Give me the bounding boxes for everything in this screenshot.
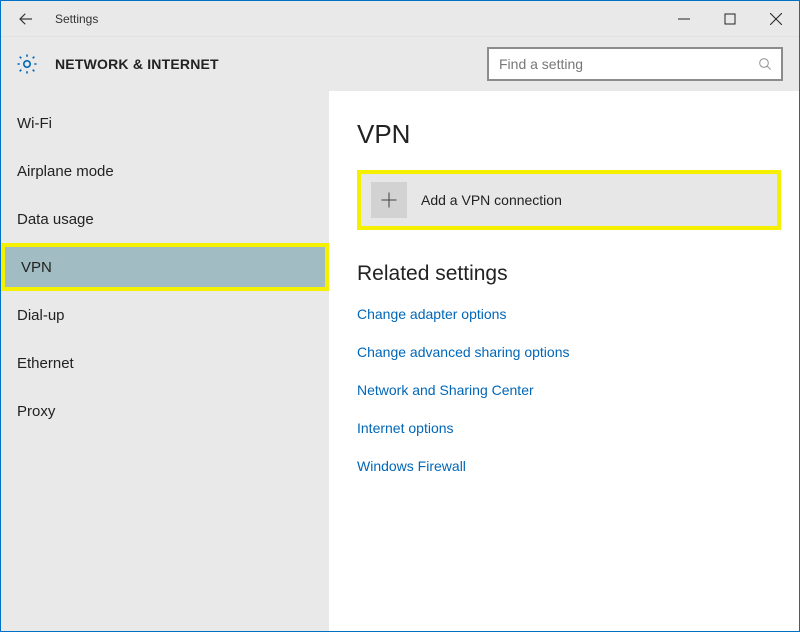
search-input[interactable] — [499, 56, 757, 72]
sidebar-item-data-usage[interactable]: Data usage — [1, 195, 329, 243]
arrow-left-icon — [17, 10, 35, 28]
sidebar-item-label: Wi-Fi — [17, 115, 52, 132]
header-row: NETWORK & INTERNET — [1, 37, 799, 91]
titlebar: Settings — [1, 1, 799, 37]
minimize-button[interactable] — [661, 1, 707, 36]
plus-icon — [371, 182, 407, 218]
search-box[interactable] — [487, 47, 783, 81]
sidebar-item-wifi[interactable]: Wi-Fi — [1, 99, 329, 147]
maximize-icon — [724, 13, 736, 25]
content-pane: VPN Add a VPN connection Related setting… — [329, 91, 799, 631]
sidebar-item-dialup[interactable]: Dial-up — [1, 291, 329, 339]
window-title: Settings — [51, 1, 98, 36]
sidebar-item-label: Data usage — [17, 211, 94, 228]
sidebar-item-label: Airplane mode — [17, 163, 114, 180]
category-title: NETWORK & INTERNET — [55, 56, 219, 72]
maximize-button[interactable] — [707, 1, 753, 36]
link-network-sharing-center[interactable]: Network and Sharing Center — [357, 382, 534, 398]
related-settings-title: Related settings — [357, 262, 781, 286]
gear-icon — [13, 50, 41, 78]
sidebar-item-label: VPN — [21, 259, 52, 276]
add-vpn-label: Add a VPN connection — [421, 192, 562, 208]
sidebar: Wi-Fi Airplane mode Data usage VPN Dial-… — [1, 91, 329, 631]
sidebar-item-airplane-mode[interactable]: Airplane mode — [1, 147, 329, 195]
link-change-advanced-sharing[interactable]: Change advanced sharing options — [357, 344, 570, 360]
minimize-icon — [678, 13, 690, 25]
link-internet-options[interactable]: Internet options — [357, 420, 454, 436]
sidebar-item-label: Ethernet — [17, 355, 74, 372]
search-icon — [757, 56, 773, 72]
close-icon — [770, 13, 782, 25]
sidebar-item-vpn[interactable]: VPN — [1, 243, 329, 291]
sidebar-item-label: Dial-up — [17, 307, 65, 324]
close-button[interactable] — [753, 1, 799, 36]
sidebar-item-label: Proxy — [17, 403, 55, 420]
link-change-adapter-options[interactable]: Change adapter options — [357, 306, 506, 322]
back-button[interactable] — [1, 1, 51, 36]
sidebar-item-ethernet[interactable]: Ethernet — [1, 339, 329, 387]
link-windows-firewall[interactable]: Windows Firewall — [357, 458, 466, 474]
sidebar-item-proxy[interactable]: Proxy — [1, 387, 329, 435]
page-title: VPN — [357, 119, 781, 150]
add-vpn-connection-button[interactable]: Add a VPN connection — [357, 170, 781, 230]
